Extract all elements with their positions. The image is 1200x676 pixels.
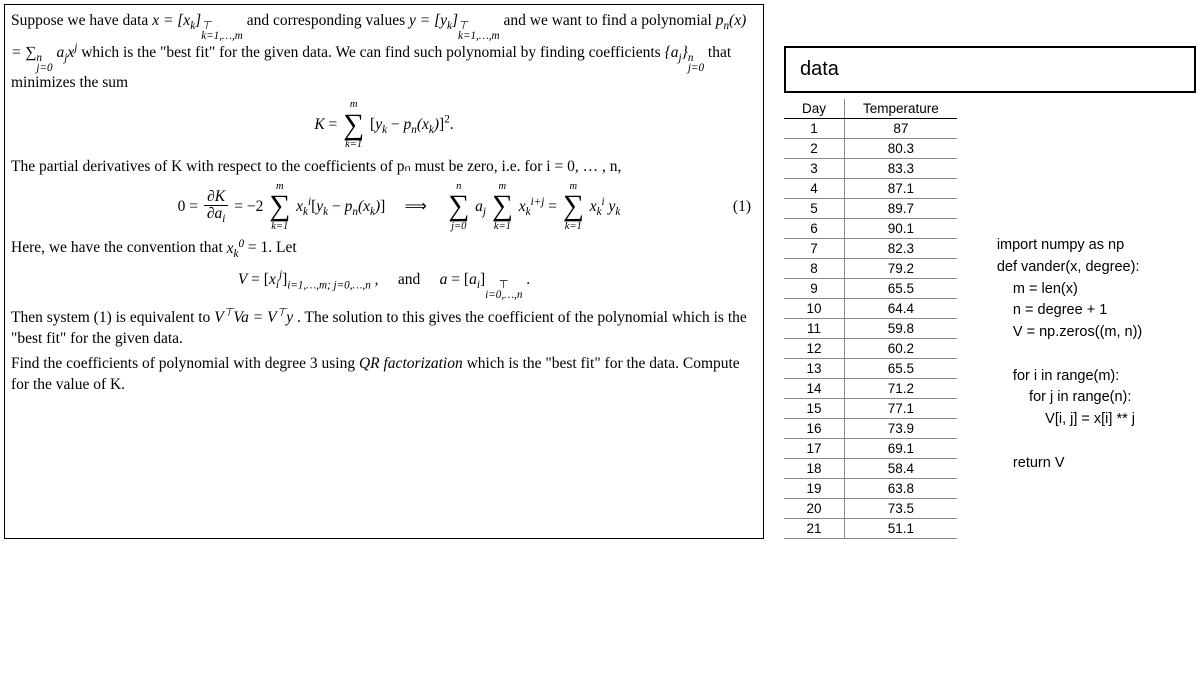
cell-temp: 89.7 <box>845 199 957 219</box>
cell-temp: 83.3 <box>845 159 957 179</box>
math-y-data: y = [yk]⊤k=1,…,m <box>409 12 500 29</box>
text: Find the coefficients of polynomial with… <box>11 355 359 372</box>
cell-day: 18 <box>784 459 845 479</box>
table-row: 1159.8 <box>784 319 957 339</box>
table-row: 2151.1 <box>784 519 957 539</box>
table-row: 1858.4 <box>784 459 957 479</box>
cell-temp: 64.4 <box>845 299 957 319</box>
cell-temp: 73.5 <box>845 499 957 519</box>
table-row: 965.5 <box>784 279 957 299</box>
text: = 1. Let <box>248 240 297 257</box>
text: Suppose we have data <box>11 12 152 29</box>
text: Here, we have the convention that <box>11 240 227 257</box>
data-title-box: data <box>784 46 1196 93</box>
and-text: and <box>398 271 420 288</box>
header-temp: Temperature <box>845 99 957 119</box>
cell-day: 9 <box>784 279 845 299</box>
math-xk0: xk0 <box>227 240 244 257</box>
cell-temp: 60.2 <box>845 339 957 359</box>
text: Then system (1) is equivalent to <box>11 309 214 326</box>
task-paragraph: Find the coefficients of polynomial with… <box>11 354 757 396</box>
cell-day: 8 <box>784 259 845 279</box>
table-row: 589.7 <box>784 199 957 219</box>
cell-temp: 77.1 <box>845 399 957 419</box>
cell-day: 15 <box>784 399 845 419</box>
cell-temp: 69.1 <box>845 439 957 459</box>
table-row: 1673.9 <box>784 419 957 439</box>
cell-day: 17 <box>784 439 845 459</box>
cell-day: 19 <box>784 479 845 499</box>
cell-day: 7 <box>784 239 845 259</box>
cell-day: 21 <box>784 519 845 539</box>
header-day: Day <box>784 99 845 119</box>
table-row: 1064.4 <box>784 299 957 319</box>
cell-day: 3 <box>784 159 845 179</box>
table-row: 280.3 <box>784 139 957 159</box>
cell-day: 14 <box>784 379 845 399</box>
table-row: 1577.1 <box>784 399 957 419</box>
qr-text: QR factorization <box>359 355 463 372</box>
convention-paragraph: Here, we have the convention that xk0 = … <box>11 236 757 261</box>
text: which is the "best fit" for the given da… <box>81 44 664 61</box>
code-snippet: import numpy as np def vander(x, degree)… <box>997 235 1142 539</box>
equation-1: 0 = ∂K∂ai = −2 m∑k=1 xki[yk − pn(xk)] ⟹ … <box>11 182 757 233</box>
cell-day: 11 <box>784 319 845 339</box>
cell-day: 5 <box>784 199 845 219</box>
table-row: 1471.2 <box>784 379 957 399</box>
table-row: 1365.5 <box>784 359 957 379</box>
math-VTVa: V⊤Va = V⊤y <box>214 309 293 326</box>
cell-day: 6 <box>784 219 845 239</box>
system-paragraph: Then system (1) is equivalent to V⊤Va = … <box>11 306 757 350</box>
cell-day: 1 <box>784 119 845 139</box>
cell-temp: 87.1 <box>845 179 957 199</box>
table-row: 1769.1 <box>784 439 957 459</box>
problem-statement: Suppose we have data x = [xk]⊤k=1,…,m an… <box>4 4 764 539</box>
data-title: data <box>800 58 839 80</box>
equation-K: K = m∑k=1 [yk − pn(xk)]2. <box>11 100 757 151</box>
table-row: 187 <box>784 119 957 139</box>
right-column: data Day Temperature 187280.3383.3487.15… <box>784 46 1196 539</box>
cell-temp: 79.2 <box>845 259 957 279</box>
cell-day: 13 <box>784 359 845 379</box>
cell-temp: 59.8 <box>845 319 957 339</box>
cell-temp: 73.9 <box>845 419 957 439</box>
cell-day: 4 <box>784 179 845 199</box>
cell-temp: 58.4 <box>845 459 957 479</box>
cell-day: 12 <box>784 339 845 359</box>
equation-number: (1) <box>733 197 751 218</box>
table-row: 879.2 <box>784 259 957 279</box>
cell-temp: 51.1 <box>845 519 957 539</box>
table-row: 383.3 <box>784 159 957 179</box>
cell-temp: 71.2 <box>845 379 957 399</box>
math-coeffs: {aj}nj=0 <box>665 44 704 61</box>
cell-temp: 90.1 <box>845 219 957 239</box>
partial-deriv-text: The partial derivatives of K with respec… <box>11 157 757 178</box>
table-row: 1963.8 <box>784 479 957 499</box>
cell-day: 2 <box>784 139 845 159</box>
cell-temp: 65.5 <box>845 279 957 299</box>
cell-temp: 80.3 <box>845 139 957 159</box>
cell-temp: 63.8 <box>845 479 957 499</box>
cell-temp: 65.5 <box>845 359 957 379</box>
math-x-data: x = [xk]⊤k=1,…,m <box>152 12 243 29</box>
intro-paragraph: Suppose we have data x = [xk]⊤k=1,…,m an… <box>11 11 757 94</box>
table-row: 487.1 <box>784 179 957 199</box>
cell-day: 16 <box>784 419 845 439</box>
table-row: 690.1 <box>784 219 957 239</box>
cell-day: 10 <box>784 299 845 319</box>
cell-temp: 87 <box>845 119 957 139</box>
equation-V-a: V = [xij]i=1,…,m; j=0,…,n , and a = [ai]… <box>11 268 757 300</box>
cell-temp: 82.3 <box>845 239 957 259</box>
table-row: 2073.5 <box>784 499 957 519</box>
text: and we want to find a polynomial <box>504 12 716 29</box>
data-table: Day Temperature 187280.3383.3487.1589.76… <box>784 99 957 539</box>
table-row: 1260.2 <box>784 339 957 359</box>
cell-day: 20 <box>784 499 845 519</box>
text: and corresponding values <box>247 12 409 29</box>
table-row: 782.3 <box>784 239 957 259</box>
